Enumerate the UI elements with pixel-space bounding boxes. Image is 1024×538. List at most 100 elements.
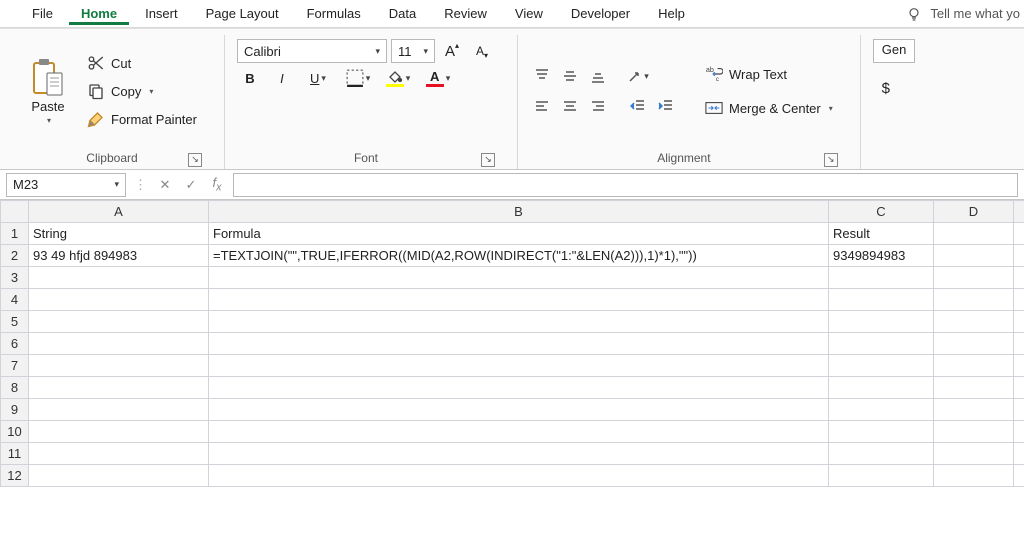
- alignment-dialog-launcher[interactable]: ↘: [824, 153, 838, 167]
- cell[interactable]: [829, 267, 934, 289]
- cell[interactable]: [1014, 267, 1024, 289]
- font-color-button[interactable]: A ▾: [421, 67, 455, 89]
- align-top-button[interactable]: [530, 66, 554, 86]
- cell[interactable]: [1014, 333, 1024, 355]
- cell[interactable]: [29, 421, 209, 443]
- formula-input[interactable]: [233, 173, 1018, 197]
- cell[interactable]: [209, 421, 829, 443]
- cell[interactable]: [29, 333, 209, 355]
- cell[interactable]: [829, 311, 934, 333]
- cell[interactable]: [829, 355, 934, 377]
- col-header-C[interactable]: C: [829, 201, 934, 223]
- underline-button[interactable]: U▾: [301, 67, 335, 89]
- align-middle-button[interactable]: [558, 66, 582, 86]
- align-right-button[interactable]: [586, 96, 610, 116]
- cell[interactable]: [934, 443, 1014, 465]
- row-header[interactable]: 10: [1, 421, 29, 443]
- cell[interactable]: [829, 289, 934, 311]
- cell[interactable]: [29, 355, 209, 377]
- cell[interactable]: 93 49 hfjd 894983: [29, 245, 209, 267]
- borders-button[interactable]: ▾: [341, 67, 375, 89]
- row-header[interactable]: 11: [1, 443, 29, 465]
- tab-review[interactable]: Review: [432, 2, 499, 25]
- worksheet[interactable]: A B C D 1 String Formula Result 2 93 49 …: [0, 200, 1024, 487]
- paste-button[interactable]: Paste ▾: [22, 52, 74, 130]
- tell-me[interactable]: Tell me what yo: [906, 6, 1024, 22]
- row-header[interactable]: 1: [1, 223, 29, 245]
- cell[interactable]: [1014, 377, 1024, 399]
- align-center-button[interactable]: [558, 96, 582, 116]
- cell[interactable]: [1014, 465, 1024, 487]
- tab-insert[interactable]: Insert: [133, 2, 190, 25]
- col-header-A[interactable]: A: [29, 201, 209, 223]
- cell[interactable]: [934, 377, 1014, 399]
- orientation-button[interactable]: ▾: [626, 66, 650, 86]
- row-header[interactable]: 4: [1, 289, 29, 311]
- cell[interactable]: [934, 355, 1014, 377]
- cell[interactable]: Formula: [209, 223, 829, 245]
- tab-home[interactable]: Home: [69, 2, 129, 25]
- tab-file[interactable]: File: [20, 2, 65, 25]
- cell[interactable]: [829, 443, 934, 465]
- cell[interactable]: [209, 267, 829, 289]
- copy-button[interactable]: Copy ▾: [82, 79, 202, 103]
- row-header[interactable]: 5: [1, 311, 29, 333]
- cell[interactable]: [29, 267, 209, 289]
- cell[interactable]: [1014, 355, 1024, 377]
- cell[interactable]: 9349894983: [829, 245, 934, 267]
- select-all-corner[interactable]: [1, 201, 29, 223]
- cell[interactable]: [829, 377, 934, 399]
- decrease-font-button[interactable]: A▾: [469, 40, 495, 62]
- row-header[interactable]: 9: [1, 399, 29, 421]
- cell[interactable]: [209, 311, 829, 333]
- cell[interactable]: [1014, 223, 1024, 245]
- cell[interactable]: Result: [829, 223, 934, 245]
- cell[interactable]: [934, 245, 1014, 267]
- tab-developer[interactable]: Developer: [559, 2, 642, 25]
- cell[interactable]: [1014, 421, 1024, 443]
- cell[interactable]: [934, 311, 1014, 333]
- row-header[interactable]: 8: [1, 377, 29, 399]
- row-header[interactable]: 7: [1, 355, 29, 377]
- align-left-button[interactable]: [530, 96, 554, 116]
- tab-page-layout[interactable]: Page Layout: [194, 2, 291, 25]
- tab-formulas[interactable]: Formulas: [295, 2, 373, 25]
- clipboard-dialog-launcher[interactable]: ↘: [188, 153, 202, 167]
- cell[interactable]: [29, 311, 209, 333]
- cell[interactable]: =TEXTJOIN("",TRUE,IFERROR((MID(A2,ROW(IN…: [209, 245, 829, 267]
- cell[interactable]: [1014, 399, 1024, 421]
- cancel-formula-button[interactable]: ✕: [155, 175, 175, 195]
- cell[interactable]: [829, 399, 934, 421]
- format-painter-button[interactable]: Format Painter: [82, 107, 202, 131]
- enter-formula-button[interactable]: ✓: [181, 175, 201, 195]
- cell[interactable]: [1014, 289, 1024, 311]
- cell[interactable]: [29, 399, 209, 421]
- cut-button[interactable]: Cut: [82, 51, 202, 75]
- cell[interactable]: [934, 399, 1014, 421]
- cell[interactable]: [29, 289, 209, 311]
- font-size-select[interactable]: 11▾: [391, 39, 435, 63]
- increase-font-button[interactable]: A▴: [439, 40, 465, 62]
- tab-view[interactable]: View: [503, 2, 555, 25]
- cell[interactable]: [29, 377, 209, 399]
- font-family-select[interactable]: Calibri▾: [237, 39, 387, 63]
- cell[interactable]: [29, 465, 209, 487]
- cell[interactable]: [934, 465, 1014, 487]
- cell[interactable]: String: [29, 223, 209, 245]
- wrap-text-button[interactable]: abc Wrap Text: [700, 62, 838, 86]
- cell[interactable]: [934, 267, 1014, 289]
- cell[interactable]: [829, 333, 934, 355]
- increase-indent-button[interactable]: [654, 96, 678, 116]
- cell[interactable]: [1014, 245, 1024, 267]
- cell[interactable]: [934, 421, 1014, 443]
- cell[interactable]: [934, 289, 1014, 311]
- cell[interactable]: [1014, 443, 1024, 465]
- currency-button[interactable]: $: [873, 77, 899, 99]
- cell[interactable]: [209, 465, 829, 487]
- row-header[interactable]: 3: [1, 267, 29, 289]
- cell[interactable]: [209, 443, 829, 465]
- fill-color-button[interactable]: ▾: [381, 67, 415, 89]
- col-header-E[interactable]: [1014, 201, 1024, 223]
- italic-button[interactable]: I: [269, 67, 295, 89]
- row-header[interactable]: 2: [1, 245, 29, 267]
